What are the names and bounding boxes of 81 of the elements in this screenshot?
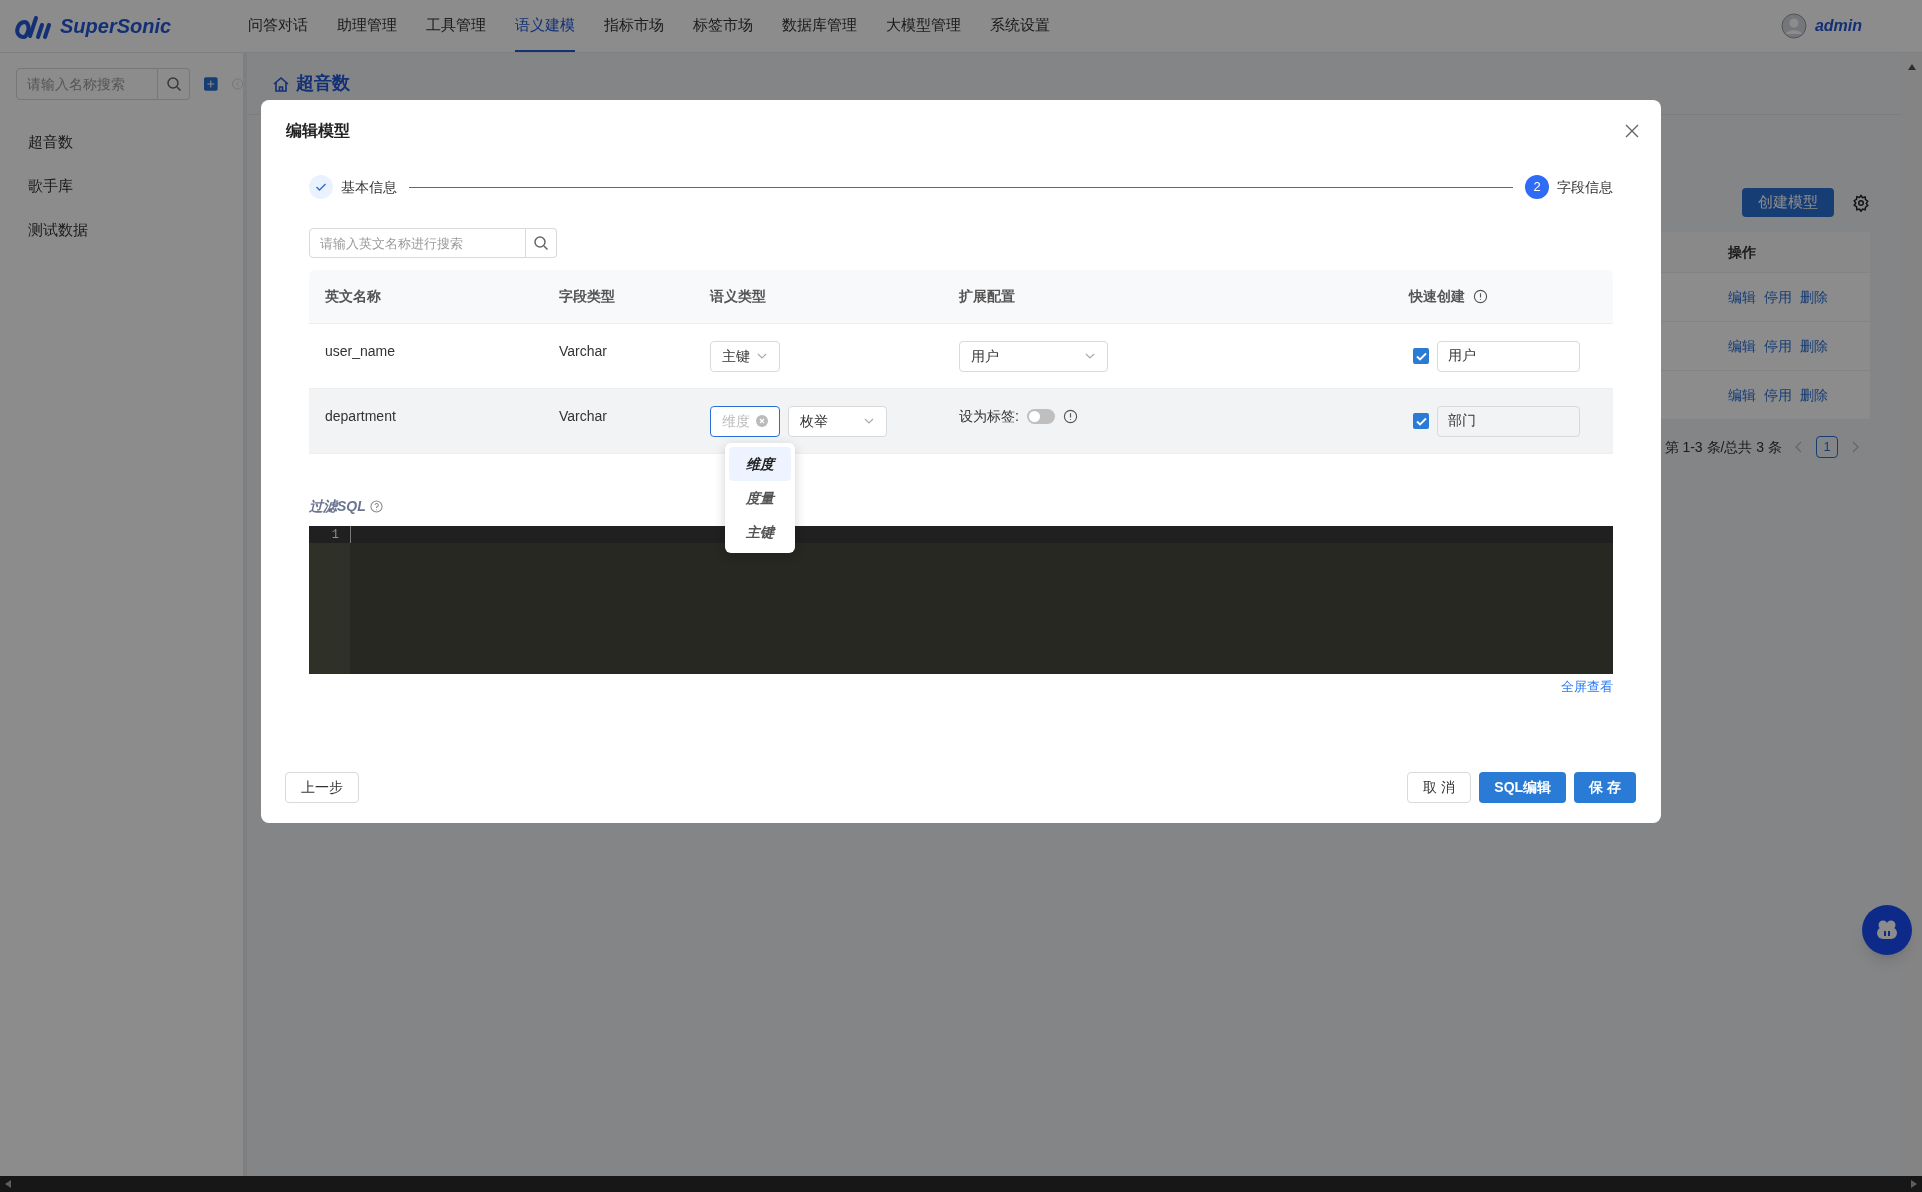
sidebar-item[interactable]: 测试数据	[0, 208, 243, 252]
nav-tab[interactable]: 系统设置	[990, 0, 1050, 52]
action-link[interactable]: 删除	[1800, 384, 1828, 406]
column-header: 快速创建	[1409, 287, 1465, 306]
action-link[interactable]: 编辑	[1728, 335, 1756, 357]
scroll-left-icon[interactable]	[4, 1179, 12, 1189]
scroll-right-icon[interactable]	[1910, 1179, 1918, 1189]
select-field[interactable]: 主键	[710, 340, 780, 372]
nav-tab[interactable]: 指标市场	[604, 0, 664, 52]
nav-tab[interactable]: 语义建模	[515, 0, 575, 52]
nav-tab[interactable]: 助理管理	[337, 0, 397, 52]
nav-tab[interactable]: 标签市场	[693, 0, 753, 52]
select-value: 枚举	[800, 411, 828, 431]
table-cell: Varchar	[559, 408, 607, 424]
info-icon	[1062, 408, 1078, 424]
text-input[interactable]: 用户	[1437, 340, 1580, 372]
toggle-switch[interactable]	[1026, 408, 1055, 424]
column-header: 扩展配置	[959, 287, 1015, 306]
dialog-button[interactable]: 保 存	[1574, 772, 1636, 803]
page-number[interactable]: 1	[1816, 436, 1838, 458]
close-icon[interactable]	[1625, 124, 1639, 138]
table-cell: user_name	[325, 343, 396, 359]
username[interactable]: admin	[1814, 14, 1862, 38]
app-logo-text: SuperSonic	[60, 14, 172, 39]
nav-tab[interactable]: 数据库管理	[782, 0, 857, 52]
assistant-button[interactable]	[1862, 905, 1912, 955]
scroll-up-icon[interactable]	[1907, 63, 1917, 71]
select-field[interactable]: 用户	[959, 340, 1108, 372]
create-model-button[interactable]: 创建模型	[1742, 188, 1834, 217]
dialog-button[interactable]: SQL编辑	[1479, 772, 1567, 803]
filter-sql-label: 过滤SQL	[309, 496, 366, 516]
action-link[interactable]: 停用	[1764, 384, 1792, 406]
line-number: 1	[309, 526, 350, 543]
back-button[interactable]: 上一步	[285, 772, 359, 803]
dropdown-option[interactable]: 度量	[729, 481, 791, 515]
nav-tab[interactable]: 大模型管理	[886, 0, 961, 52]
sidebar-item[interactable]: 超音数	[0, 120, 243, 164]
search-icon	[533, 235, 549, 251]
step-label: 字段信息	[1557, 177, 1613, 197]
user-avatar-icon[interactable]	[1780, 13, 1807, 39]
nav-tab[interactable]: 问答对话	[248, 0, 308, 52]
pagination-summary: 第 1-3 条/总共 3 条	[1664, 437, 1782, 457]
column-header: 字段类型	[559, 287, 615, 306]
action-link[interactable]: 停用	[1764, 286, 1792, 308]
breadcrumb-title[interactable]: 超音数	[296, 70, 350, 97]
home-icon	[272, 74, 290, 93]
column-header: 操作	[1728, 242, 1757, 262]
search-button[interactable]	[158, 68, 190, 100]
select-field[interactable]: 枚举	[788, 405, 887, 437]
action-link[interactable]: 编辑	[1728, 286, 1756, 308]
search-button[interactable]	[526, 228, 557, 258]
checkbox[interactable]	[1413, 348, 1429, 364]
table-cell: department	[325, 408, 396, 424]
settings-icon[interactable]	[1852, 193, 1870, 212]
help-icon	[369, 499, 383, 513]
nav-tab[interactable]: 工具管理	[426, 0, 486, 52]
select-value: 用户	[971, 346, 999, 366]
toggle-label: 设为标签:	[959, 406, 1019, 426]
step-number: 2	[1525, 175, 1549, 199]
search-icon	[165, 76, 182, 92]
table-cell: Varchar	[559, 343, 607, 359]
sidebar-item[interactable]: 歌手库	[0, 164, 243, 208]
action-link[interactable]: 删除	[1800, 335, 1828, 357]
select-value: 主键	[722, 346, 750, 366]
action-link[interactable]: 删除	[1800, 286, 1828, 308]
step-label: 基本信息	[341, 177, 397, 197]
select-placeholder: 维度	[722, 411, 750, 431]
search-field[interactable]: 请输入英文名称进行搜索	[309, 228, 526, 258]
column-header: 英文名称	[325, 287, 381, 306]
action-link[interactable]: 停用	[1764, 335, 1792, 357]
column-header: 语义类型	[710, 287, 766, 306]
robot-icon	[1874, 919, 1900, 941]
action-link[interactable]: 编辑	[1728, 384, 1756, 406]
dialog-title: 编辑模型	[286, 121, 350, 141]
dropdown-option[interactable]: 维度	[729, 447, 791, 481]
checkbox[interactable]	[1413, 413, 1429, 429]
dialog-button[interactable]: 取 消	[1407, 772, 1472, 803]
horizontal-scrollbar[interactable]	[0, 1176, 1922, 1192]
clear-icon[interactable]	[756, 415, 768, 427]
text-input[interactable]: 部门	[1437, 405, 1580, 437]
fullscreen-link[interactable]: 全屏查看	[1561, 677, 1613, 697]
